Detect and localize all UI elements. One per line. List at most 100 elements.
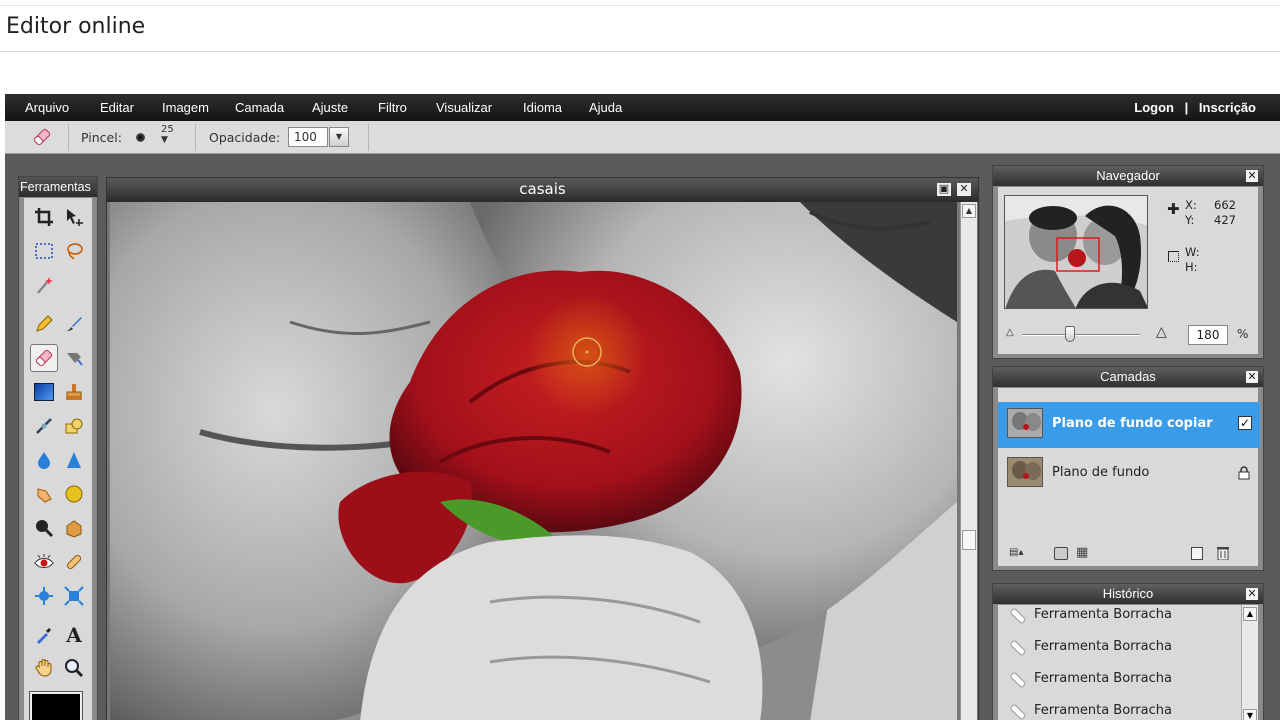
scroll-down-icon[interactable]: ▼ (1243, 709, 1257, 720)
image-window: casais ▣ ✕ ▲ (106, 177, 979, 720)
close-icon[interactable]: ✕ (957, 183, 971, 196)
layer-name: Plano de fundo copiar (1052, 416, 1213, 431)
brush-label: Pincel: (81, 130, 122, 145)
history-list: Ferramenta Borracha Ferramenta Borracha … (998, 605, 1258, 720)
burn-tool-icon[interactable] (30, 514, 58, 542)
opacity-dropdown-button[interactable]: ▼ (329, 127, 349, 147)
opacity-label: Opacidade: (209, 130, 281, 145)
pinch-tool-icon[interactable] (60, 582, 88, 610)
signup-link[interactable]: Inscrição (1199, 100, 1256, 115)
smudge-tool-icon[interactable] (30, 480, 58, 508)
history-scrollbar[interactable]: ▲ ▼ (1241, 605, 1258, 720)
menu-filtro[interactable]: Filtro (378, 100, 407, 115)
text-tool-icon[interactable]: A (60, 621, 88, 649)
zoom-input[interactable]: 180 (1188, 325, 1228, 345)
scroll-up-icon[interactable]: ▲ (1243, 607, 1257, 621)
zoom-tool-icon[interactable] (60, 654, 88, 682)
options-divider (368, 124, 369, 151)
layers-title-text: Camadas (1100, 369, 1156, 384)
history-item[interactable]: Ferramenta Borracha (998, 637, 1238, 669)
tool-options-bar: Pincel: 25 ▼ Opacidade: 100 ▼ (5, 121, 1280, 154)
canvas-vertical-scrollbar[interactable]: ▲ (960, 202, 977, 720)
color-picker-tool-icon[interactable] (30, 621, 58, 649)
menu-ajuda[interactable]: Ajuda (589, 100, 622, 115)
stamp-tool-icon[interactable] (60, 378, 88, 406)
close-icon[interactable]: ✕ (1246, 588, 1258, 600)
layer-mask-icon[interactable] (1054, 547, 1068, 560)
lasso-tool-icon[interactable] (60, 237, 88, 265)
spot-heal-tool-icon[interactable] (60, 548, 88, 576)
brush-dropdown-icon[interactable]: ▼ (161, 136, 168, 145)
menu-arquivo[interactable]: Arquivo (25, 100, 69, 115)
zoom-slider-track[interactable] (1022, 334, 1140, 336)
couple-photo (110, 202, 957, 720)
navigator-body: ✚ X: 662 Y: 427 W: H: △ △ 180 % (998, 187, 1258, 354)
scroll-thumb[interactable] (962, 530, 976, 550)
navigator-title: Navegador ✕ (993, 166, 1263, 186)
new-layer-icon[interactable] (1191, 547, 1203, 560)
history-item[interactable]: Ferramenta Borracha (998, 701, 1238, 720)
menu-imagem[interactable]: Imagem (162, 100, 209, 115)
layer-row[interactable]: Plano de fundo copiar ✓ (998, 402, 1260, 448)
hand-tool-icon[interactable] (30, 654, 58, 682)
menu-editar[interactable]: Editar (100, 100, 134, 115)
menu-visualizar[interactable]: Visualizar (436, 100, 492, 115)
close-icon[interactable]: ✕ (1246, 170, 1258, 182)
dodge-tool-icon[interactable] (60, 514, 88, 542)
tools-panel: Ferramentas A (18, 176, 98, 720)
gradient-tool-icon[interactable] (30, 378, 58, 406)
options-divider (195, 124, 196, 151)
y-value: 427 (1214, 213, 1236, 227)
logon-link[interactable]: Logon (1134, 100, 1174, 115)
red-eye-tool-icon[interactable] (30, 548, 58, 576)
history-item[interactable]: Ferramenta Borracha (998, 669, 1238, 701)
menu-ajuste[interactable]: Ajuste (312, 100, 348, 115)
opacity-input[interactable]: 100 (288, 127, 328, 147)
maximize-button[interactable]: ▣ (937, 183, 951, 196)
layers-title: Camadas ✕ (993, 367, 1263, 387)
w-label: W: (1185, 245, 1200, 259)
sharpen-tool-icon[interactable] (60, 446, 88, 474)
menu-idioma[interactable]: Idioma (523, 100, 562, 115)
image-window-titlebar[interactable]: casais ▣ ✕ (107, 178, 978, 202)
navigator-title-text: Navegador (1096, 168, 1160, 183)
sponge-tool-icon[interactable] (60, 480, 88, 508)
crosshair-icon: ✚ (1167, 200, 1180, 218)
zoom-in-icon[interactable]: △ (1156, 324, 1167, 340)
layer-name: Plano de fundo (1052, 465, 1150, 480)
layer-options-icon[interactable]: ▤▴ (1009, 547, 1027, 559)
brush-tool-icon[interactable] (60, 310, 88, 338)
navigator-panel: Navegador ✕ ✚ X: 662 Y: 427 W: H: △ △ 18… (992, 165, 1264, 359)
delete-layer-icon[interactable] (1216, 545, 1230, 561)
current-tool-eraser-icon[interactable] (31, 126, 53, 148)
menu-camada[interactable]: Camada (235, 100, 284, 115)
eraser-tool-icon[interactable] (30, 344, 58, 372)
layer-visibility-checkbox[interactable]: ✓ (1238, 416, 1252, 430)
replace-color-tool-icon[interactable] (60, 344, 88, 372)
close-icon[interactable]: ✕ (1246, 371, 1258, 383)
color-replace-tool-icon[interactable] (30, 412, 58, 440)
layer-row[interactable]: Plano de fundo (998, 451, 1260, 497)
zoom-out-icon[interactable]: △ (1006, 327, 1014, 338)
bloat-tool-icon[interactable] (30, 582, 58, 610)
move-tool-icon[interactable] (60, 203, 88, 231)
blur-tool-icon[interactable] (30, 446, 58, 474)
foreground-color-swatch[interactable] (29, 691, 83, 720)
zoom-slider-thumb[interactable] (1065, 326, 1075, 342)
pencil-tool-icon[interactable] (30, 310, 58, 338)
marquee-tool-icon[interactable] (30, 237, 58, 265)
image-window-title: casais (519, 180, 566, 198)
history-item[interactable]: Ferramenta Borracha (998, 605, 1238, 637)
magic-wand-tool-icon[interactable] (30, 271, 58, 299)
image-canvas[interactable] (110, 202, 957, 720)
navigator-thumbnail[interactable] (1004, 195, 1148, 309)
layer-styles-icon[interactable]: ▦ (1076, 545, 1088, 560)
layer-thumbnail (1007, 408, 1043, 438)
brush-size[interactable]: 25 (161, 124, 174, 135)
history-panel: Histórico ✕ Ferramenta Borracha Ferramen… (992, 583, 1264, 720)
scroll-up-icon[interactable]: ▲ (962, 204, 976, 218)
brush-preview-icon[interactable] (136, 133, 145, 142)
crop-tool-icon[interactable] (30, 203, 58, 231)
shape-tool-icon[interactable] (60, 412, 88, 440)
menu-separator: | (1184, 100, 1189, 115)
